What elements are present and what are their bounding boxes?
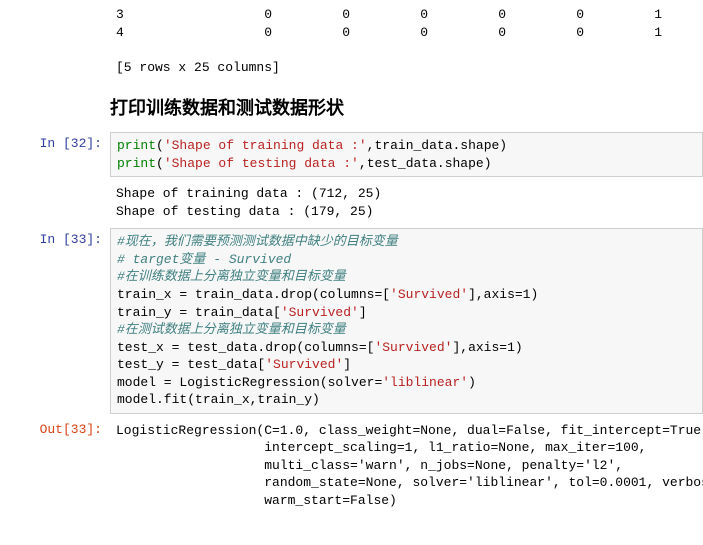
code-area-33[interactable]: #现在，我们需要预测测试数据中缺少的目标变量 # target变量 - Surv… bbox=[110, 228, 703, 413]
comment: #在测试数据上分离独立变量和目标变量 bbox=[117, 322, 346, 337]
stdout-32: Shape of training data : (712, 25) Shape… bbox=[110, 181, 703, 224]
code-line: test_x = test_data.drop(columns=[ bbox=[117, 340, 374, 355]
empty-prompt bbox=[0, 2, 110, 80]
comment: # target变量 - Survived bbox=[117, 252, 291, 267]
print-token: print bbox=[117, 138, 156, 153]
comment: #现在，我们需要预测测试数据中缺少的目标变量 bbox=[117, 234, 398, 249]
string-literal: 'Shape of testing data :' bbox=[164, 156, 359, 171]
code-line: model = LogisticRegression(solver= bbox=[117, 375, 382, 390]
prev-table-output: 3 0 0 0 0 0 1 4 0 0 0 0 0 1 [5 rows x 25… bbox=[110, 2, 703, 80]
input-cell-33: In [33]: #现在，我们需要预测测试数据中缺少的目标变量 # target… bbox=[0, 226, 703, 415]
input-cell-32: In [32]: print('Shape of training data :… bbox=[0, 130, 703, 179]
output-cell-33: Out[33]: LogisticRegression(C=1.0, class… bbox=[0, 416, 703, 516]
string-literal: 'Shape of training data :' bbox=[164, 138, 367, 153]
code-line: test_y = test_data[ bbox=[117, 357, 265, 372]
print-token: print bbox=[117, 156, 156, 171]
in-prompt-32: In [32]: bbox=[0, 132, 110, 177]
string-literal: 'Survived' bbox=[374, 340, 452, 355]
markdown-heading-cell: 打印训练数据和测试数据形状 bbox=[0, 82, 703, 130]
comment: #在训练数据上分离独立变量和目标变量 bbox=[117, 269, 346, 284]
output-cell-32: Shape of training data : (712, 25) Shape… bbox=[0, 179, 703, 226]
code-area-32[interactable]: print('Shape of training data :',train_d… bbox=[110, 132, 703, 177]
string-literal: 'liblinear' bbox=[382, 375, 468, 390]
empty-prompt bbox=[0, 181, 110, 224]
code-line: train_y = train_data[ bbox=[117, 305, 281, 320]
string-literal: 'Survived' bbox=[281, 305, 359, 320]
string-literal: 'Survived' bbox=[390, 287, 468, 302]
code-line: model.fit(train_x,train_y) bbox=[117, 392, 320, 407]
code-line: train_x = train_data.drop(columns=[ bbox=[117, 287, 390, 302]
prev-output-cell: 3 0 0 0 0 0 1 4 0 0 0 0 0 1 [5 rows x 25… bbox=[0, 0, 703, 82]
string-literal: 'Survived' bbox=[265, 357, 343, 372]
in-prompt-33: In [33]: bbox=[0, 228, 110, 413]
out-prompt-33: Out[33]: bbox=[0, 418, 110, 514]
section-heading: 打印训练数据和测试数据形状 bbox=[110, 94, 703, 120]
result-33: LogisticRegression(C=1.0, class_weight=N… bbox=[110, 418, 703, 514]
